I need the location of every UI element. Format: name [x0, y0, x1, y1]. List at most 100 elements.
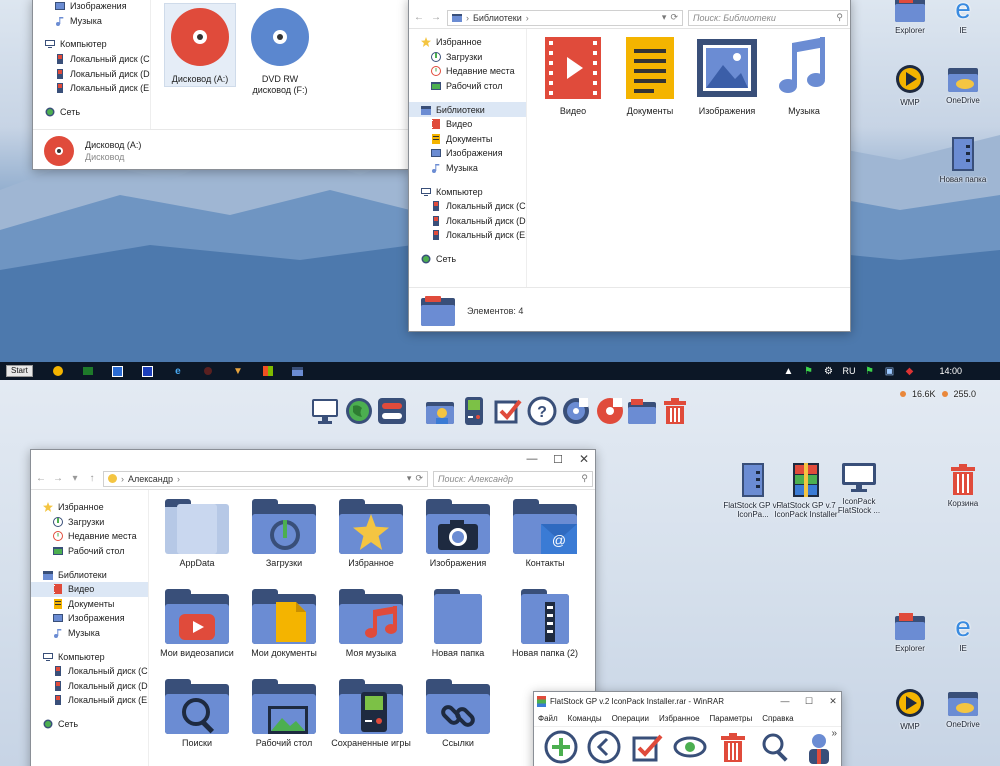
- sidebar-item[interactable]: Компьютер: [31, 649, 148, 664]
- history-chevron-icon[interactable]: ▾: [69, 473, 81, 484]
- floppy-dock-icon[interactable]: [595, 396, 625, 426]
- explorer-taskbar-icon[interactable]: [291, 364, 305, 378]
- sidebar-item[interactable]: Недавние места: [31, 529, 148, 544]
- sidebar-item[interactable]: Загрузки: [409, 50, 526, 65]
- minimize-button[interactable]: —: [519, 453, 545, 465]
- title-bar[interactable]: — ☐ ✕: [31, 450, 595, 468]
- address-bar[interactable]: › Библиотеки › ▾ ⟳: [447, 9, 683, 26]
- windows-taskbar-icon[interactable]: [261, 364, 275, 378]
- add-icon[interactable]: [544, 730, 578, 764]
- sidebar-item[interactable]: Сеть: [33, 105, 150, 120]
- record-taskbar-icon[interactable]: [201, 364, 215, 378]
- sidebar-item[interactable]: Локальный диск (D:): [33, 66, 150, 81]
- tray-volume-icon[interactable]: ◆: [902, 364, 916, 378]
- globe-dock-icon[interactable]: [344, 396, 374, 426]
- sidebar-item[interactable]: Недавние места: [409, 64, 526, 79]
- toggle-dock-icon[interactable]: [377, 396, 407, 426]
- folder-item[interactable]: Загрузки: [242, 499, 326, 569]
- folder-item[interactable]: Новая папка (2): [503, 589, 587, 659]
- desktop-shortcut[interactable]: Корзина: [930, 463, 996, 509]
- language-indicator[interactable]: RU: [842, 366, 855, 376]
- close-button[interactable]: ✕: [571, 452, 595, 466]
- sidebar-item[interactable]: Локальный диск (D:): [409, 214, 526, 229]
- view-icon[interactable]: [673, 730, 707, 764]
- library-item[interactable]: Музыка: [764, 37, 844, 117]
- winrar-window[interactable]: FlatStock GP v.2 IconPack Installer.rar …: [533, 691, 842, 766]
- sidebar-item[interactable]: Музыка: [409, 161, 526, 176]
- library-item[interactable]: Изображения: [687, 37, 767, 117]
- sidebar-item[interactable]: Документы: [31, 597, 148, 612]
- back-arrow-icon[interactable]: ←: [35, 473, 47, 484]
- forward-arrow-icon[interactable]: →: [430, 12, 442, 23]
- disk-dock-icon[interactable]: [561, 396, 591, 426]
- refresh-icon[interactable]: ⟳: [670, 12, 678, 23]
- computer-dock-icon[interactable]: [310, 396, 340, 426]
- title-bar[interactable]: FlatStock GP v.2 IconPack Installer.rar …: [534, 692, 841, 710]
- folder-item[interactable]: AppData: [155, 499, 239, 569]
- folder-item[interactable]: Моя музыка: [329, 589, 413, 659]
- start-button[interactable]: Start: [6, 365, 33, 377]
- drive-item[interactable]: DVD RW дисковод (F:): [245, 7, 315, 95]
- tray-network-icon[interactable]: ⚑: [862, 364, 876, 378]
- folder-item[interactable]: Сохраненные игры: [329, 679, 413, 749]
- sidebar-item[interactable]: Видео: [31, 581, 148, 597]
- folder-item[interactable]: Поиски: [155, 679, 239, 749]
- sidebar-item[interactable]: Видео: [409, 117, 526, 132]
- sidebar-item[interactable]: Сеть: [31, 717, 148, 732]
- media-player-taskbar-icon[interactable]: [51, 364, 65, 378]
- menu-item[interactable]: Параметры: [710, 714, 753, 723]
- menu-item[interactable]: Операции: [612, 714, 649, 723]
- close-button[interactable]: ✕: [823, 696, 841, 707]
- tray-up-icon[interactable]: ▲: [781, 364, 795, 378]
- user-folder-dock-icon[interactable]: [425, 396, 455, 426]
- back-icon[interactable]: [587, 730, 621, 764]
- folder-item[interactable]: Новая папка: [416, 589, 500, 659]
- computer-window[interactable]: Изображения Музыка Компьютер Локальный диск…: [32, 0, 410, 170]
- sidebar-item[interactable]: Загрузки: [31, 515, 148, 530]
- menu-item[interactable]: Избранное: [659, 714, 700, 723]
- search-input[interactable]: Поиск: Библиотеки ⚲: [688, 9, 848, 26]
- sidebar-item[interactable]: Компьютер: [409, 184, 526, 199]
- breadcrumb-chevron-icon[interactable]: ›: [526, 13, 529, 23]
- library-item[interactable]: Документы: [610, 37, 690, 117]
- sidebar-item[interactable]: Избранное: [31, 500, 148, 515]
- monitor-taskbar-icon[interactable]: [81, 364, 95, 378]
- taskbar-clock[interactable]: 14:00: [939, 366, 962, 376]
- folder-item[interactable]: Изображения: [416, 499, 500, 569]
- folder-item[interactable]: Мои документы: [242, 589, 326, 659]
- toolbar-more-icon[interactable]: »: [831, 728, 837, 739]
- desktop-shortcut[interactable]: e IE: [930, 611, 996, 654]
- maximize-button[interactable]: ☐: [545, 453, 571, 466]
- search-input[interactable]: Поиск: Александр ⚲: [433, 470, 593, 487]
- drive-item[interactable]: Дисковод (A:): [165, 7, 235, 85]
- folder-item[interactable]: Рабочий стол: [242, 679, 326, 749]
- sidebar-item[interactable]: Рабочий стол: [31, 544, 148, 559]
- sidebar-item[interactable]: Документы: [409, 132, 526, 147]
- title-bar[interactable]: [409, 0, 850, 7]
- help-dock-icon[interactable]: ?: [527, 396, 557, 426]
- folder-item[interactable]: Ссылки: [416, 679, 500, 749]
- dropdown-chevron-icon[interactable]: ▾: [407, 473, 412, 484]
- trash-dock-icon[interactable]: [660, 396, 690, 426]
- tray-monitor-icon[interactable]: ▣: [882, 364, 896, 378]
- sidebar-item[interactable]: Музыка: [31, 626, 148, 641]
- test-icon[interactable]: [630, 730, 664, 764]
- desktop-shortcut[interactable]: IconPack FlatStock ...: [826, 463, 892, 515]
- gameboy-dock-icon[interactable]: [459, 396, 489, 426]
- sidebar-item[interactable]: Библиотеки: [409, 102, 526, 117]
- ie-taskbar-icon[interactable]: e: [171, 364, 185, 378]
- mic-taskbar-icon[interactable]: ▼: [231, 364, 245, 378]
- forward-arrow-icon[interactable]: →: [52, 473, 64, 484]
- find-icon[interactable]: [759, 730, 793, 764]
- folder-item[interactable]: @ Контакты: [503, 499, 587, 569]
- sidebar-item[interactable]: Рабочий стол: [409, 79, 526, 94]
- sidebar-item[interactable]: Локальный диск (D:): [31, 679, 148, 694]
- sidebar-item[interactable]: Музыка: [33, 14, 150, 29]
- sidebar-item[interactable]: Локальный диск (C:): [409, 199, 526, 214]
- menu-item[interactable]: Команды: [568, 714, 602, 723]
- shield-taskbar-icon[interactable]: [111, 364, 125, 378]
- folder-item[interactable]: Избранное: [329, 499, 413, 569]
- folder-item[interactable]: Мои видеозаписи: [155, 589, 239, 659]
- back-arrow-icon[interactable]: ←: [413, 12, 425, 23]
- delete-icon[interactable]: [716, 730, 750, 764]
